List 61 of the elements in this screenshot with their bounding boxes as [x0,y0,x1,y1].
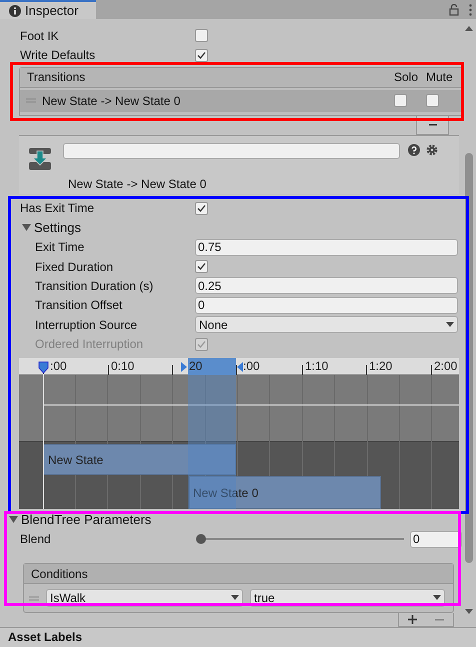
transition-row[interactable]: New State -> New State 0 [20,90,462,112]
number-field[interactable]: 0 [410,530,462,548]
checkbox[interactable] [195,29,208,42]
field-label: Fixed Duration [34,258,114,276]
asset-labels-bar[interactable]: Asset Labels [0,627,476,647]
time-tick-label: 1:20 [369,359,392,374]
transition-icon [29,148,51,170]
checkbox[interactable] [426,94,439,108]
checkbox[interactable] [394,94,407,108]
foldout-arrow-icon[interactable] [9,515,18,524]
settings-icon[interactable] [426,144,438,156]
list-header: Conditions [30,566,88,583]
dropdown[interactable]: None [195,316,458,334]
inspector-tab[interactable]: Inspector [0,0,96,19]
clip-bar[interactable]: New State [43,444,236,476]
foldout-label[interactable]: BlendTree Parameters [21,510,152,530]
scroll-down-icon[interactable] [465,609,473,614]
time-tick-label: :00 [243,359,260,374]
drag-handle-icon[interactable] [29,596,39,601]
info-icon [9,4,21,16]
foldout-arrow-icon[interactable] [22,223,31,232]
lock-icon[interactable] [449,4,459,16]
drag-handle-icon[interactable] [26,98,36,104]
time-tick-label: 2:00 [434,359,458,374]
checkbox[interactable] [195,202,208,215]
time-tick-label: :00 [50,359,67,374]
field-label: Transition Offset [34,297,124,314]
slider[interactable] [196,534,404,544]
field-label: Interruption Source [34,316,138,334]
number-field[interactable]: 0.25 [195,277,458,294]
end-marker[interactable] [236,362,244,372]
slider-thumb[interactable] [196,534,206,544]
name-field[interactable] [63,142,400,159]
transition-title: New State -> New State 0 [68,176,206,193]
field-label: Foot IK [19,28,60,45]
time-tick-label: 0:10 [111,359,134,374]
add-icon[interactable] [408,615,417,624]
checkbox[interactable] [195,260,208,273]
field-label: Ordered Interruption [34,336,144,354]
field-label: Write Defaults [19,47,96,64]
field-label: Has Exit Time [19,200,96,218]
field-label: Exit Time [34,239,86,256]
column-header: Solo [394,69,420,86]
foldout-label[interactable]: Settings [34,218,81,238]
column-header: Mute [426,69,454,86]
number-field[interactable]: 0 [195,296,458,314]
field-label: Transition Duration (s) [34,278,154,295]
list-header: Transitions [26,69,86,86]
checkbox[interactable] [195,48,208,62]
number-field[interactable]: 0.75 [195,238,458,256]
time-tick-label: 20 [189,359,202,374]
caret-icon [231,595,239,602]
transition-timeline[interactable]: New State New State 0 :00 0:10 20 :00 1:10 1:20 2:00 [19,358,459,510]
help-icon[interactable] [408,144,420,156]
minus-icon [428,124,436,126]
field-label: Blend [19,531,52,548]
caret-icon [433,595,441,602]
scroll-up-icon[interactable] [465,26,473,31]
time-tick-label: 1:10 [305,359,328,374]
more-icon[interactable] [469,4,472,16]
caret-icon [446,322,454,328]
